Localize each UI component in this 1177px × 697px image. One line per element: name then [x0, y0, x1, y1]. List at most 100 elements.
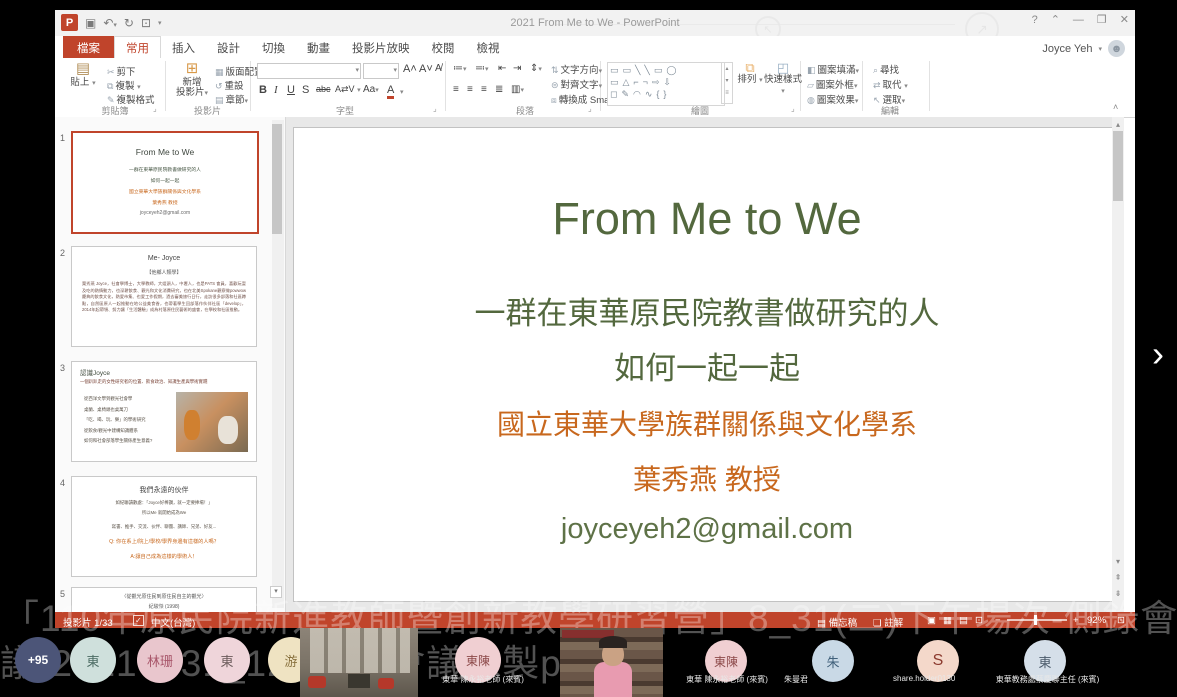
- restore-icon[interactable]: ❐: [1097, 13, 1107, 26]
- reset-icon: ↺: [215, 81, 223, 91]
- thumbnail-scrollbar-thumb[interactable]: [272, 124, 282, 234]
- red-chair: [378, 678, 394, 689]
- participant-avatar[interactable]: 東: [204, 637, 250, 683]
- line-spacing-icon[interactable]: ⇕▾: [530, 63, 542, 74]
- participant-video-speaker[interactable]: [560, 628, 663, 697]
- paste-label: 貼上: [70, 77, 89, 88]
- italic-icon[interactable]: I: [274, 84, 278, 96]
- thumbnail-scrollbar[interactable]: [272, 120, 284, 608]
- participant-avatar[interactable]: 東: [70, 637, 116, 683]
- tab-animations[interactable]: 動畫: [296, 36, 341, 58]
- font-size-combo[interactable]: ▾: [363, 63, 399, 79]
- align-right-icon[interactable]: ≡: [481, 84, 487, 95]
- slide-canvas[interactable]: From Me to We 一群在東華原民院教書做研究的人 如何一起一起 國立東…: [293, 127, 1121, 602]
- numbering-icon[interactable]: ≕▾: [475, 63, 489, 74]
- font-name-combo[interactable]: ▾: [257, 63, 361, 79]
- find-icon: ⌕: [873, 65, 878, 75]
- drawing-dialog-launcher-icon[interactable]: ⌟: [791, 104, 795, 113]
- tab-design[interactable]: 設計: [206, 36, 251, 58]
- collapse-ribbon-icon[interactable]: ˄: [1113, 102, 1118, 112]
- new-slide-button[interactable]: ⊞ 新增 投影片▾: [171, 61, 213, 98]
- copy-icon: ⧉: [107, 81, 113, 91]
- add-columns-icon[interactable]: ▥▾: [511, 84, 524, 95]
- tab-review[interactable]: 校閱: [421, 36, 466, 58]
- ribbon-display-icon[interactable]: ⌃: [1051, 13, 1060, 26]
- clipboard-dialog-launcher-icon[interactable]: ⌟: [153, 104, 157, 113]
- participant-video-room[interactable]: [300, 628, 418, 697]
- justify-icon[interactable]: ≣: [495, 84, 503, 95]
- paragraph-dialog-launcher-icon[interactable]: ⌟: [588, 104, 592, 113]
- shadow-icon[interactable]: S: [302, 84, 309, 96]
- shrink-font-icon[interactable]: A˅: [419, 63, 433, 75]
- font-color-icon[interactable]: A: [387, 84, 394, 99]
- thumbnail-slide-4[interactable]: 我們永遠的伙伴 如紀聯讀數處：「Joyce好棒讚，就一定要捧場！」 所以Me 就…: [71, 476, 257, 577]
- increase-indent-icon[interactable]: ⇥: [513, 63, 521, 74]
- gallery-next-icon[interactable]: ›: [1152, 333, 1164, 375]
- arrange-button[interactable]: ⧉ 排列 ▾: [737, 61, 763, 86]
- thumbnail-slide-2[interactable]: Me- Joyce 【他鄉人類學】 葉秀燕 Joyce，社會學博士，大學教師，大…: [71, 246, 257, 347]
- tab-slideshow[interactable]: 投影片放映: [341, 36, 421, 58]
- align-text-button[interactable]: ⊜對齊文字▾: [551, 77, 602, 91]
- main-scrollbar[interactable]: ▴ ▾ ⇞ ⇟: [1112, 117, 1124, 612]
- thumbnail-slide-3[interactable]: 認識Joyce 一個趴趴走的女性研究者的位置、飲食政治、知識生產與學術實踐 從西…: [71, 361, 257, 462]
- sofa: [348, 674, 370, 688]
- scroll-down-icon[interactable]: ▾: [1112, 557, 1124, 566]
- participant-name-label: 東華教務處蔡慶聯主任 (來賓): [980, 674, 1115, 685]
- change-case-icon[interactable]: Aa▾: [363, 84, 379, 95]
- bold-icon[interactable]: B: [259, 84, 267, 96]
- close-icon[interactable]: ✕: [1120, 13, 1129, 26]
- underline-icon[interactable]: U: [287, 84, 295, 96]
- font-color-dropdown-icon[interactable]: ▾: [400, 88, 404, 96]
- align-center-icon[interactable]: ≡: [467, 84, 473, 95]
- account-menu[interactable]: Joyce Yeh ▾ ☻: [1042, 40, 1125, 57]
- decrease-indent-icon[interactable]: ⇤: [498, 63, 506, 74]
- tab-insert[interactable]: 插入: [161, 36, 206, 58]
- replace-icon: ⇄: [873, 80, 881, 90]
- participant-name-label: 東華 陳永裕老師 (來賓): [418, 674, 548, 685]
- thumbnail-number: 1: [60, 133, 65, 143]
- clipboard-icon: ▤: [65, 61, 101, 78]
- thumbnail-number: 4: [60, 478, 65, 488]
- account-dropdown-icon: ▾: [1098, 45, 1102, 53]
- main-scrollbar-thumb[interactable]: [1113, 131, 1123, 201]
- minimize-icon[interactable]: —: [1073, 14, 1084, 26]
- slide-line-1: 一群在東華原民院教書做研究的人: [294, 288, 1120, 333]
- text-direction-button[interactable]: ⇅文字方向▾: [551, 62, 602, 76]
- shape-gallery[interactable]: ▭▭╲╲▭◯▭△⌐¬⇨⇩◻✎◠∿{}: [607, 62, 725, 106]
- thumb3-bullets: 從西洋文學到觀光社會學 桌蘭、桌椅頭也桌萬刀 「吃、喝、玩、樂」的學術研究 從飲…: [84, 394, 176, 447]
- participants-overflow-badge[interactable]: +95: [15, 637, 61, 683]
- grow-font-icon[interactable]: A˄: [403, 63, 417, 75]
- character-spacing-icon[interactable]: A⇄V ▾: [335, 84, 361, 95]
- thumbnail-slide-1[interactable]: From Me to We 一群在東華原民院教書做研究的人 如何一起一起 國立東…: [71, 131, 259, 234]
- replace-button[interactable]: ⇄取代 ▾: [873, 77, 908, 91]
- layout-icon: ▦: [215, 67, 224, 77]
- reset-button[interactable]: ↺重設: [215, 78, 244, 92]
- scroll-up-icon[interactable]: ▴: [1112, 120, 1124, 129]
- tab-transitions[interactable]: 切換: [251, 36, 296, 58]
- participant-avatar[interactable]: 林珊: [137, 637, 183, 683]
- chevron-down-icon: ▾: [393, 66, 397, 74]
- slide-thumbnail-panel: 1 From Me to We 一群在東華原民院教書做研究的人 如何一起一起 國…: [55, 117, 286, 612]
- tab-view[interactable]: 檢視: [466, 36, 511, 58]
- copy-button[interactable]: ⧉複製 ▾: [107, 78, 141, 92]
- window-title: 2021 From Me to We - PowerPoint: [55, 17, 1135, 29]
- tab-home[interactable]: 常用: [114, 36, 161, 58]
- bullets-icon[interactable]: ≔▾: [453, 63, 467, 74]
- shape-effects-button[interactable]: ◍圖案效果▾: [807, 92, 858, 106]
- strikethrough-icon[interactable]: abc: [316, 84, 331, 94]
- find-button[interactable]: ⌕尋找: [873, 62, 899, 76]
- shape-outline-icon: ▱: [807, 80, 814, 90]
- previous-slide-icon[interactable]: ⇞: [1112, 573, 1124, 582]
- cut-button[interactable]: ✂剪下: [107, 64, 136, 78]
- slide-editor-area: From Me to We 一群在東華原民院教書做研究的人 如何一起一起 國立東…: [286, 117, 1124, 612]
- shape-fill-button[interactable]: ◧圖案填滿▾: [807, 62, 859, 76]
- font-dialog-launcher-icon[interactable]: ⌟: [433, 104, 437, 113]
- tab-file[interactable]: 檔案: [63, 36, 114, 58]
- paste-button[interactable]: ▤ 貼上 ▾: [65, 61, 101, 88]
- shape-outline-button[interactable]: ▱圖案外框▾: [807, 77, 857, 91]
- clear-formatting-icon[interactable]: A̸: [435, 63, 442, 74]
- align-left-icon[interactable]: ≡: [453, 84, 459, 95]
- help-icon[interactable]: ?: [1032, 14, 1038, 26]
- quick-styles-button[interactable]: ◰ 快速樣式 ▾: [761, 61, 805, 96]
- shape-gallery-scroll[interactable]: ▴▾≡: [721, 62, 733, 104]
